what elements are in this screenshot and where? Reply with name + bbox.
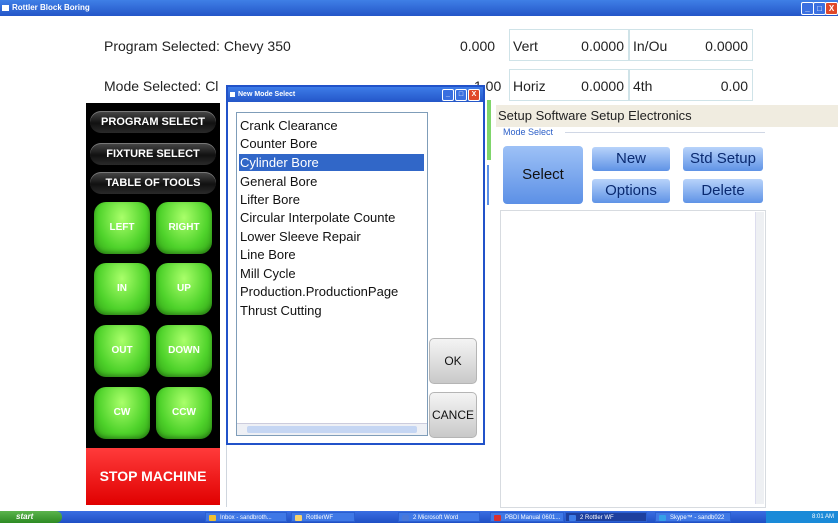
jog-right-button[interactable]: RIGHT bbox=[156, 202, 212, 254]
jog-left-button[interactable]: LEFT bbox=[94, 202, 150, 254]
divider bbox=[226, 445, 227, 507]
jog-cw-button[interactable]: CW bbox=[94, 387, 150, 439]
divider bbox=[487, 100, 491, 160]
group-divider bbox=[565, 132, 765, 133]
taskbar: start Inbox - sandbroth... RottlerWF 2 M… bbox=[0, 511, 838, 523]
setup-tabs[interactable]: Setup Software Setup Electronics bbox=[496, 105, 838, 127]
list-item[interactable]: Thrust Cutting bbox=[240, 302, 322, 319]
list-horizontal-scrollbar[interactable] bbox=[237, 423, 427, 435]
word-icon bbox=[402, 515, 409, 521]
program-selected-label: Program Selected: Chevy 350 bbox=[104, 38, 291, 54]
list-item[interactable]: Production.ProductionPage bbox=[240, 283, 398, 300]
setup-list[interactable] bbox=[500, 210, 766, 508]
taskbar-item[interactable]: Inbox - sandbroth... bbox=[205, 512, 287, 522]
new-mode-select-dialog: New Mode Select _ □ X Crank Clearance Co… bbox=[226, 85, 485, 445]
list-item[interactable]: Lower Sleeve Repair bbox=[240, 228, 361, 245]
taskbar-item[interactable]: 2 Microsoft Word bbox=[398, 512, 480, 522]
stop-machine-button[interactable]: STOP MACHINE bbox=[86, 448, 220, 505]
start-button[interactable]: start bbox=[0, 511, 62, 523]
std-setup-button[interactable]: Std Setup bbox=[683, 147, 763, 171]
dialog-icon bbox=[230, 92, 235, 97]
new-button[interactable]: New bbox=[592, 147, 670, 171]
taskbar-item[interactable]: PBDI Manual 0601... bbox=[490, 512, 564, 522]
mode-select-group-label: Mode Select bbox=[503, 127, 554, 137]
taskbar-item[interactable]: Skype™ - sandb022 bbox=[655, 512, 731, 522]
jog-ccw-button[interactable]: CCW bbox=[156, 387, 212, 439]
options-button[interactable]: Options bbox=[592, 179, 670, 203]
list-item[interactable]: Line Bore bbox=[240, 246, 296, 263]
list-item[interactable]: Circular Interpolate Counte bbox=[240, 209, 395, 226]
program-selected-value: Chevy 350 bbox=[223, 38, 291, 54]
skype-icon bbox=[659, 515, 666, 521]
dialog-maximize-button[interactable]: □ bbox=[455, 89, 467, 101]
fourth-axis-readout: 4th 0.00 bbox=[629, 69, 753, 101]
delete-button[interactable]: Delete bbox=[683, 179, 763, 203]
list-item[interactable]: Mill Cycle bbox=[240, 265, 296, 282]
window-title-bar: Rottler Block Boring _ □ X bbox=[0, 0, 838, 16]
program-select-button[interactable]: PROGRAM SELECT bbox=[90, 111, 216, 133]
mode-selected-value: Cl bbox=[205, 78, 219, 94]
scrollbar-thumb[interactable] bbox=[247, 426, 417, 433]
vert-readout: Vert 0.0000 bbox=[509, 29, 629, 61]
dialog-title: New Mode Select bbox=[238, 91, 296, 98]
dialog-close-button[interactable]: X bbox=[468, 89, 480, 101]
jog-up-button[interactable]: UP bbox=[156, 263, 212, 315]
control-panel: PROGRAM SELECT FIXTURE SELECT TABLE OF T… bbox=[86, 103, 220, 505]
ok-button[interactable]: OK bbox=[429, 338, 477, 384]
jog-down-button[interactable]: DOWN bbox=[156, 325, 212, 377]
setup-list-scrollbar[interactable] bbox=[755, 212, 764, 504]
fixture-select-button[interactable]: FIXTURE SELECT bbox=[90, 143, 216, 165]
clock: 8:01 AM bbox=[811, 514, 834, 520]
folder-icon bbox=[295, 515, 302, 521]
select-button[interactable]: Select bbox=[503, 146, 583, 204]
dialog-title-bar: New Mode Select _ □ X bbox=[228, 87, 483, 102]
window-icon bbox=[569, 515, 576, 521]
list-item[interactable]: Lifter Bore bbox=[240, 191, 300, 208]
setup-tabs-label[interactable]: Setup Software Setup Electronics bbox=[498, 105, 692, 127]
list-item[interactable]: Counter Bore bbox=[240, 135, 317, 152]
app-icon bbox=[2, 5, 9, 11]
jog-out-button[interactable]: OUT bbox=[94, 325, 150, 377]
list-item[interactable]: Crank Clearance bbox=[240, 117, 338, 134]
table-of-tools-button[interactable]: TABLE OF TOOLS bbox=[90, 172, 216, 194]
mode-selected-label: Mode Selected: Cl bbox=[104, 78, 219, 94]
pdf-icon bbox=[494, 515, 501, 521]
dialog-minimize-button[interactable]: _ bbox=[442, 89, 454, 101]
divider bbox=[487, 165, 489, 205]
horiz-readout: Horiz 0.0000 bbox=[509, 69, 629, 101]
readout-value-1: 0.000 bbox=[460, 38, 496, 54]
cancel-button[interactable]: CANCE bbox=[429, 392, 477, 438]
in-out-readout: In/Ou 0.0000 bbox=[629, 29, 753, 61]
close-button[interactable]: X bbox=[825, 2, 838, 15]
taskbar-item[interactable]: RottlerWF bbox=[291, 512, 355, 522]
mail-icon bbox=[209, 515, 216, 521]
list-item-selected[interactable]: Cylinder Bore bbox=[239, 154, 424, 171]
jog-in-button[interactable]: IN bbox=[94, 263, 150, 315]
taskbar-item-active[interactable]: 2 Rottler WF bbox=[565, 512, 647, 522]
system-tray: 8:01 AM bbox=[766, 511, 838, 523]
mode-list[interactable]: Crank Clearance Counter Bore Cylinder Bo… bbox=[236, 112, 428, 436]
list-item[interactable]: General Bore bbox=[240, 173, 317, 190]
window-title: Rottler Block Boring bbox=[12, 3, 90, 12]
